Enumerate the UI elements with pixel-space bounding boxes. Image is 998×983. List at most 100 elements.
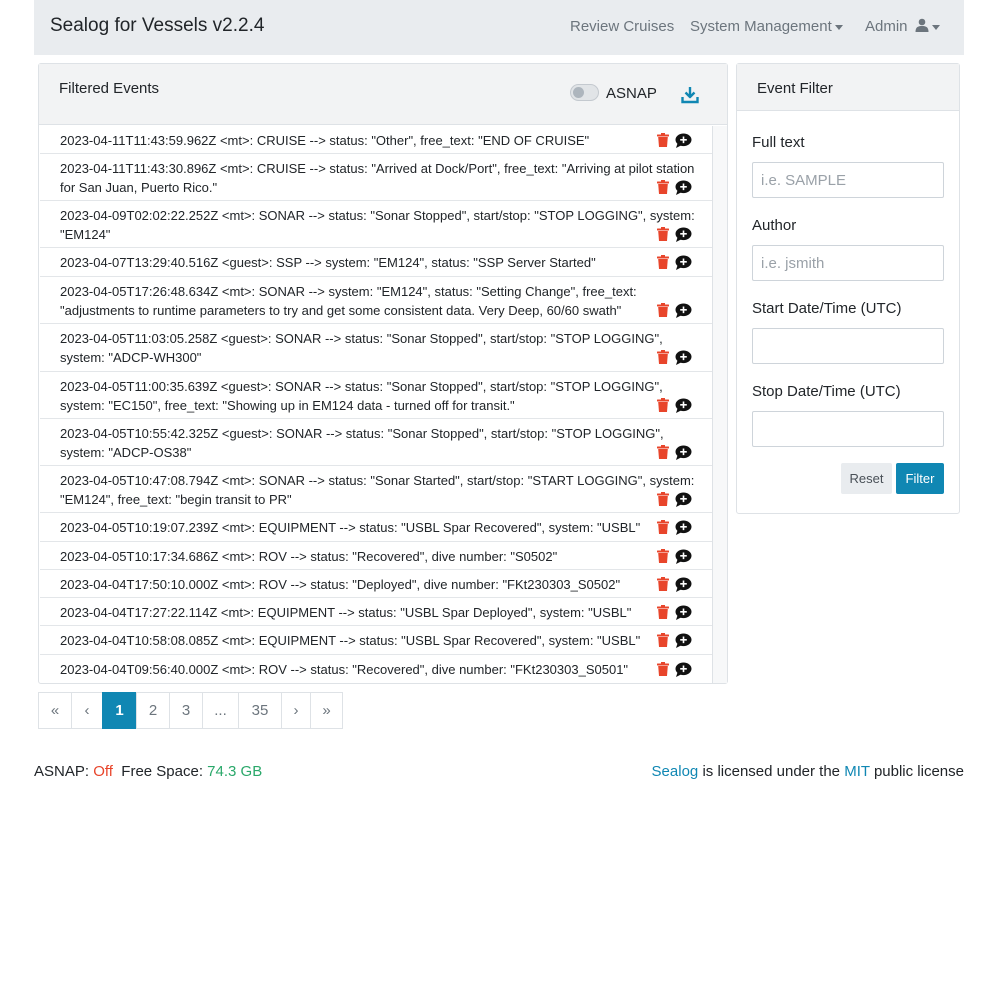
trash-icon[interactable] <box>657 255 669 269</box>
nav-system-management-label: System Management <box>690 18 832 35</box>
event-text: 2023-04-05T10:19:07.239Z <mt>: EQUIPMENT… <box>60 520 641 535</box>
fulltext-input[interactable] <box>752 162 944 198</box>
event-actions <box>657 180 697 196</box>
filter-button[interactable]: Filter <box>896 463 944 494</box>
events-scrollbar[interactable] <box>712 126 727 683</box>
trash-icon[interactable] <box>657 605 669 619</box>
comment-add-icon[interactable] <box>675 227 692 242</box>
mit-link[interactable]: MIT <box>844 763 870 780</box>
trash-icon[interactable] <box>657 133 669 147</box>
stop-datetime-label: Stop Date/Time (UTC) <box>752 383 901 400</box>
event-row[interactable]: 2023-04-04T17:27:22.114Z <mt>: EQUIPMENT… <box>40 598 713 626</box>
comment-add-icon[interactable] <box>675 662 692 677</box>
trash-icon[interactable] <box>657 549 669 563</box>
trash-icon[interactable] <box>657 398 669 412</box>
comment-add-icon[interactable] <box>675 605 692 620</box>
trash-icon[interactable] <box>657 445 669 459</box>
trash-icon[interactable] <box>657 180 669 194</box>
download-icon[interactable] <box>681 86 699 104</box>
trash-icon[interactable] <box>657 492 669 506</box>
comment-add-icon[interactable] <box>675 180 692 195</box>
page-2-button[interactable]: 2 <box>136 692 170 729</box>
event-row[interactable]: 2023-04-05T17:26:48.634Z <mt>: SONAR -->… <box>40 277 713 324</box>
event-actions <box>657 445 697 461</box>
event-row[interactable]: 2023-04-05T10:47:08.794Z <mt>: SONAR -->… <box>40 466 713 513</box>
start-datetime-input[interactable] <box>752 328 944 364</box>
free-space-value: 74.3 GB <box>207 763 263 780</box>
comment-add-icon[interactable] <box>675 133 692 148</box>
app-title[interactable]: Sealog for Vessels v2.2.4 <box>50 15 264 37</box>
asnap-toggle-label[interactable]: ASNAP <box>606 85 657 102</box>
page-first-button[interactable]: « <box>38 692 72 729</box>
trash-icon[interactable] <box>657 662 669 676</box>
comment-add-icon[interactable] <box>675 549 692 564</box>
events-list: 2023-04-11T11:43:59.962Z <mt>: CRUISE --… <box>40 126 713 683</box>
trash-icon[interactable] <box>657 520 669 534</box>
fulltext-label: Full text <box>752 134 805 151</box>
comment-add-icon[interactable] <box>675 303 692 318</box>
asnap-toggle-knob <box>573 87 584 98</box>
trash-icon[interactable] <box>657 227 669 241</box>
license-text: is licensed under the <box>702 763 841 780</box>
stop-datetime-input[interactable] <box>752 411 944 447</box>
nav-system-management[interactable]: System Management <box>690 18 843 35</box>
event-row[interactable]: 2023-04-07T13:29:40.516Z <guest>: SSP --… <box>40 248 713 277</box>
event-actions <box>657 350 697 366</box>
sealog-link[interactable]: Sealog <box>652 763 699 780</box>
event-row[interactable]: 2023-04-11T11:43:30.896Z <mt>: CRUISE --… <box>40 154 713 201</box>
asnap-toggle[interactable] <box>570 84 599 101</box>
trash-icon[interactable] <box>657 303 669 317</box>
page-last-button[interactable]: » <box>310 692 343 729</box>
event-actions <box>657 255 697 271</box>
author-label: Author <box>752 217 797 234</box>
event-row[interactable]: 2023-04-09T02:02:22.252Z <mt>: SONAR -->… <box>40 201 713 248</box>
comment-add-icon[interactable] <box>675 633 692 648</box>
free-space-label: Free Space: <box>121 763 203 780</box>
trash-icon[interactable] <box>657 633 669 647</box>
nav-review-cruises[interactable]: Review Cruises <box>570 18 674 35</box>
page-35-button[interactable]: 35 <box>238 692 282 729</box>
comment-add-icon[interactable] <box>675 255 692 270</box>
page-3-button[interactable]: 3 <box>169 692 203 729</box>
author-input[interactable] <box>752 245 944 281</box>
nav-admin[interactable]: Admin <box>865 18 940 35</box>
event-row[interactable]: 2023-04-05T11:00:35.639Z <guest>: SONAR … <box>40 372 713 419</box>
event-row[interactable]: 2023-04-05T10:19:07.239Z <mt>: EQUIPMENT… <box>40 513 713 542</box>
event-actions <box>657 633 697 649</box>
trash-icon[interactable] <box>657 577 669 591</box>
navbar: Sealog for Vessels v2.2.4 Review Cruises… <box>34 0 964 55</box>
comment-add-icon[interactable] <box>675 350 692 365</box>
chevron-down-icon <box>834 24 843 30</box>
start-datetime-label: Start Date/Time (UTC) <box>752 300 902 317</box>
event-actions <box>657 605 697 621</box>
comment-add-icon[interactable] <box>675 445 692 460</box>
comment-add-icon[interactable] <box>675 520 692 535</box>
comment-add-icon[interactable] <box>675 577 692 592</box>
event-row[interactable]: 2023-04-05T11:03:05.258Z <guest>: SONAR … <box>40 324 713 372</box>
page-1-button[interactable]: 1 <box>102 692 137 729</box>
event-actions <box>657 492 697 508</box>
event-text: 2023-04-04T09:56:40.000Z <mt>: ROV --> s… <box>60 662 629 677</box>
event-row[interactable]: 2023-04-04T17:50:10.000Z <mt>: ROV --> s… <box>40 570 713 598</box>
event-filter-panel: Event Filter Full text Author Start Date… <box>736 63 960 514</box>
event-text: 2023-04-05T11:03:05.258Z <guest>: SONAR … <box>60 331 663 365</box>
filtered-events-title: Filtered Events <box>59 80 160 97</box>
event-text: 2023-04-05T10:47:08.794Z <mt>: SONAR -->… <box>60 473 695 507</box>
event-actions <box>657 303 697 319</box>
event-filter-title: Event Filter <box>757 80 833 97</box>
event-filter-header: Event Filter <box>737 64 959 111</box>
event-row[interactable]: 2023-04-05T10:55:42.325Z <guest>: SONAR … <box>40 419 713 466</box>
comment-add-icon[interactable] <box>675 398 692 413</box>
event-actions <box>657 520 697 536</box>
event-actions <box>657 662 697 678</box>
event-row[interactable]: 2023-04-04T09:56:40.000Z <mt>: ROV --> s… <box>40 655 713 683</box>
trash-icon[interactable] <box>657 350 669 364</box>
page-prev-button[interactable]: ‹ <box>71 692 103 729</box>
page-next-button[interactable]: › <box>281 692 311 729</box>
event-row[interactable]: 2023-04-11T11:43:59.962Z <mt>: CRUISE --… <box>40 126 713 154</box>
reset-button[interactable]: Reset <box>841 463 892 494</box>
comment-add-icon[interactable] <box>675 492 692 507</box>
event-row[interactable]: 2023-04-04T10:58:08.085Z <mt>: EQUIPMENT… <box>40 626 713 655</box>
pagination: « ‹ 1 2 3 ... 35 › » <box>38 692 343 729</box>
event-row[interactable]: 2023-04-05T10:17:34.686Z <mt>: ROV --> s… <box>40 542 713 570</box>
